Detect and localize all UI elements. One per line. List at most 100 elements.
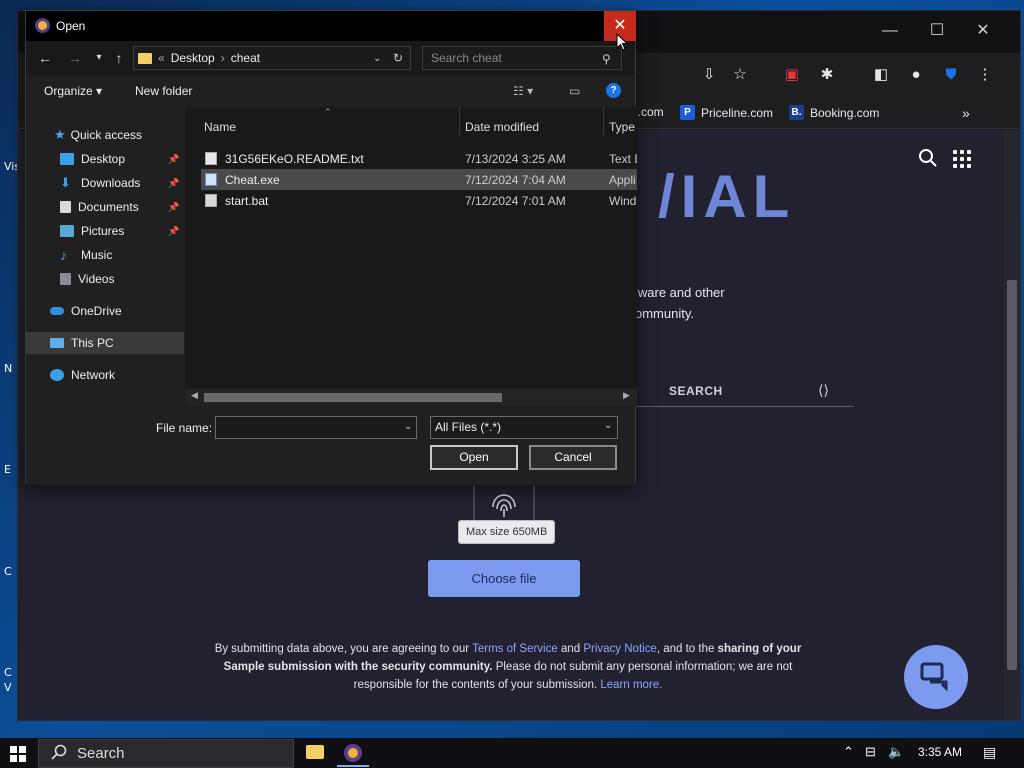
desktop-icon	[60, 153, 74, 165]
profile-icon[interactable]: ●	[904, 63, 928, 87]
bookmark-priceline[interactable]: P Priceline.com	[680, 105, 773, 120]
open-button[interactable]: Open	[430, 445, 518, 470]
bookmark-label: Booking.com	[810, 105, 880, 120]
view-options-icon[interactable]: ☷ ▾	[513, 84, 533, 98]
taskbar-search-box[interactable]: Search	[38, 739, 294, 768]
column-divider[interactable]	[459, 107, 460, 135]
breadcrumb-item[interactable]: Desktop	[171, 51, 215, 65]
nav-item-downloads[interactable]: ⬇ Downloads 📌	[26, 172, 184, 194]
scroll-left-icon[interactable]: ◀	[191, 390, 198, 401]
windows-start-icon[interactable]	[10, 746, 26, 762]
choose-file-button[interactable]: Choose file	[428, 560, 580, 597]
cancel-button[interactable]: Cancel	[529, 445, 617, 470]
extension-lock-icon[interactable]: ▣	[780, 63, 804, 87]
desktop-icon-label[interactable]: V	[4, 681, 12, 694]
horizontal-scrollbar[interactable]: ◀ ▶	[186, 389, 637, 405]
maximize-icon[interactable]: ☐	[922, 19, 952, 43]
network-status-icon[interactable]: ⊟	[865, 744, 876, 760]
file-name: 31G56EKeO.README.txt	[225, 152, 364, 166]
bookmark-booking[interactable]: B. Booking.com	[789, 105, 879, 120]
download-arrow-icon: ⬇	[60, 175, 71, 190]
max-size-tooltip: Max size 650MB	[458, 520, 556, 544]
taskbar: Search ⌃ ⊟ 🔈 3:35 AM ▤	[0, 738, 1024, 768]
pin-icon: 📌	[168, 153, 180, 164]
notifications-icon[interactable]: ▤	[983, 744, 996, 761]
browser-taskbar-icon[interactable]	[344, 744, 362, 762]
file-type-select[interactable]: All Files (*.*) ⌄	[430, 416, 618, 439]
forward-arrow-icon[interactable]: →	[66, 49, 84, 67]
terms-link[interactable]: Terms of Service	[472, 643, 558, 655]
breadcrumb-overflow[interactable]: «	[158, 51, 165, 65]
scroll-right-icon[interactable]: ▶	[623, 390, 630, 401]
column-divider[interactable]	[603, 107, 604, 135]
nav-item-onedrive[interactable]: OneDrive	[26, 300, 184, 322]
nav-item-network[interactable]: Network	[26, 364, 184, 386]
text-file-icon	[205, 152, 217, 165]
volume-muted-icon[interactable]: 🔈	[888, 744, 904, 760]
file-name-input[interactable]	[215, 416, 417, 439]
bookmark-label: Priceline.com	[701, 105, 774, 120]
breadcrumb-item[interactable]: cheat	[231, 51, 260, 65]
api-icon[interactable]: ⟨⟩	[818, 382, 829, 399]
nav-item-documents[interactable]: Documents 📌	[26, 196, 184, 218]
column-header-name[interactable]: Name	[204, 120, 236, 134]
desktop-icon-label[interactable]: C	[4, 565, 12, 578]
nav-item-desktop[interactable]: Desktop 📌	[26, 148, 184, 170]
help-icon[interactable]: ?	[606, 83, 621, 98]
file-type: Wind	[609, 194, 637, 208]
search-icon[interactable]: ⚲	[602, 52, 611, 66]
privacy-link[interactable]: Privacy Notice	[583, 643, 657, 655]
scroll-thumb[interactable]	[1007, 280, 1017, 670]
column-header-type[interactable]: Type	[609, 120, 635, 134]
command-bar: Organize ▾ New folder ☷ ▾ ▭ ?	[26, 75, 635, 107]
search-input[interactable]: Search cheat	[422, 46, 622, 70]
page-scrollbar[interactable]	[1004, 130, 1020, 720]
file-row[interactable]: start.bat 7/12/2024 7:01 AM Wind	[201, 190, 637, 211]
file-name-dropdown-icon[interactable]: ⌄	[404, 421, 412, 432]
up-arrow-icon[interactable]: ↑	[110, 49, 128, 67]
new-folder-button[interactable]: New folder	[135, 84, 192, 98]
nav-item-music[interactable]: ♪ Music	[26, 244, 184, 266]
close-icon[interactable]: ✕	[968, 19, 998, 43]
videos-icon	[60, 273, 71, 285]
column-header-date[interactable]: Date modified	[465, 120, 539, 134]
file-type: Text D	[609, 152, 637, 166]
apps-grid-icon[interactable]	[953, 150, 971, 168]
file-row-selected[interactable]: Cheat.exe 7/12/2024 7:04 AM Appli	[201, 169, 637, 190]
nav-label: Pictures	[81, 224, 125, 238]
taskbar-clock[interactable]: 3:35 AM	[918, 745, 962, 759]
desktop-icon-label[interactable]: C	[4, 666, 12, 679]
nav-label: Music	[81, 248, 113, 262]
file-row[interactable]: 31G56EKeO.README.txt 7/13/2024 3:25 AM T…	[201, 148, 637, 169]
recent-locations-icon[interactable]: ▾	[90, 49, 108, 67]
side-panel-icon[interactable]: ◧	[869, 63, 893, 87]
file-type-value: All Files (*.*)	[435, 420, 502, 434]
shield-icon[interactable]: ⛊	[939, 63, 963, 87]
extensions-icon[interactable]: ✱	[815, 63, 839, 87]
nav-item-this-pc[interactable]: This PC	[26, 332, 184, 354]
minimize-icon[interactable]: —	[875, 19, 905, 43]
nav-item-pictures[interactable]: Pictures 📌	[26, 220, 184, 242]
learn-more-link[interactable]: Learn more.	[600, 679, 662, 691]
more-bookmarks-icon[interactable]: »	[962, 105, 970, 121]
chevron-up-icon[interactable]: ⌃	[843, 744, 854, 760]
desktop-icon-label[interactable]: N	[4, 362, 12, 375]
preview-pane-icon[interactable]: ▭	[569, 84, 580, 98]
bookmark-star-icon[interactable]: ☆	[728, 63, 752, 87]
install-app-icon[interactable]: ⇩	[697, 63, 721, 87]
scroll-thumb[interactable]	[204, 393, 502, 402]
search-icon[interactable]	[918, 148, 938, 168]
file-explorer-icon[interactable]	[306, 745, 324, 759]
nav-item-videos[interactable]: Videos	[26, 268, 184, 290]
tab-search[interactable]: SEARCH	[669, 384, 723, 398]
address-dropdown-icon[interactable]: ⌄	[373, 53, 381, 64]
nav-quick-access[interactable]: ★ Quick access	[26, 124, 184, 146]
chat-button[interactable]	[904, 645, 968, 709]
organize-button[interactable]: Organize ▾	[44, 84, 102, 98]
desktop-icon-label[interactable]: E	[4, 463, 11, 476]
back-arrow-icon[interactable]: ←	[36, 49, 54, 67]
menu-icon[interactable]: ⋮	[973, 63, 997, 87]
address-row: ← → ▾ ↑ « Desktop › cheat ⌄ ↻ Search che…	[26, 41, 635, 75]
refresh-icon[interactable]: ↻	[393, 51, 403, 65]
address-bar[interactable]: « Desktop › cheat ⌄ ↻	[133, 46, 411, 70]
